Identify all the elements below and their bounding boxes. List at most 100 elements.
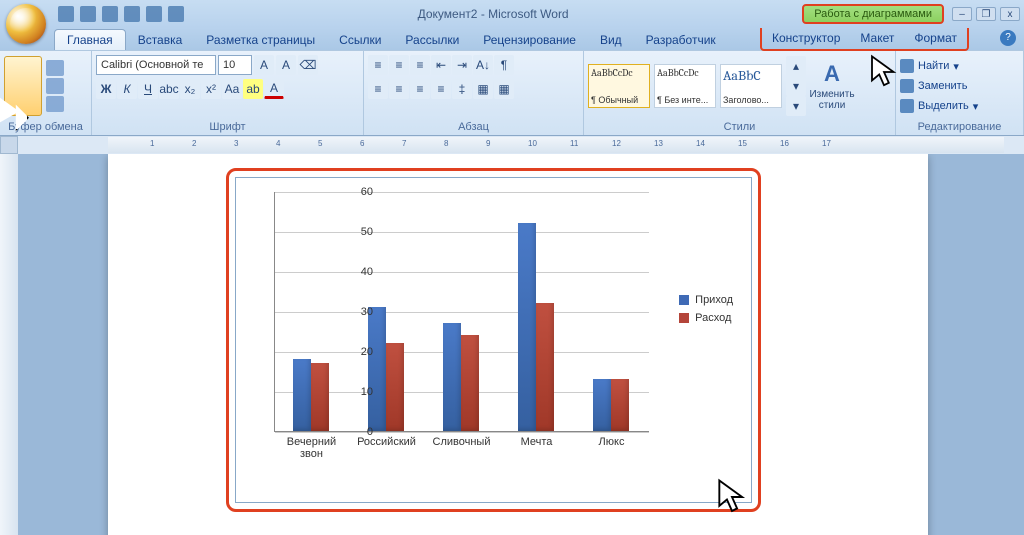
- chart-xlabel: Мечта: [499, 436, 574, 448]
- qat-icon-4[interactable]: [124, 6, 140, 22]
- style-no-spacing[interactable]: AaBbCcDc ¶ Без инте...: [654, 64, 716, 108]
- format-painter-icon[interactable]: [46, 96, 64, 112]
- show-marks-icon[interactable]: ¶: [494, 55, 514, 75]
- tab-mailings[interactable]: Рассылки: [393, 30, 471, 50]
- bullets-icon[interactable]: ≡: [368, 55, 388, 75]
- tab-insert[interactable]: Вставка: [126, 30, 195, 50]
- replace-button[interactable]: Заменить: [900, 77, 967, 95]
- borders-icon[interactable]: ▦: [494, 79, 514, 99]
- help-button[interactable]: ?: [1000, 30, 1016, 46]
- tab-references[interactable]: Ссылки: [327, 30, 393, 50]
- chart-plot-area[interactable]: [274, 192, 649, 432]
- office-button[interactable]: [6, 4, 46, 44]
- chart-bar[interactable]: [443, 323, 461, 431]
- quick-access-toolbar: [58, 6, 184, 22]
- qat-dropdown-icon[interactable]: [168, 6, 184, 22]
- chart-bar[interactable]: [386, 343, 404, 431]
- close-button[interactable]: x: [1000, 7, 1020, 21]
- group-paragraph: ≡ ≡ ≡ ⇤ ⇥ A↓ ¶ ≡ ≡ ≡ ≡ ‡ ▦ ▦ Абзац: [364, 51, 584, 135]
- tab-developer[interactable]: Разработчик: [634, 30, 728, 50]
- group-label-font: Шрифт: [96, 119, 359, 135]
- numbering-icon[interactable]: ≡: [389, 55, 409, 75]
- paste-button[interactable]: [4, 56, 42, 116]
- chart-bar[interactable]: [368, 307, 386, 431]
- chart-bar[interactable]: [461, 335, 479, 431]
- cursor-pointer-icon: [716, 478, 748, 516]
- bold-button[interactable]: Ж: [96, 79, 116, 99]
- font-name-combo[interactable]: Calibri (Основной те: [96, 55, 216, 75]
- redo-icon[interactable]: [102, 6, 118, 22]
- style-normal[interactable]: AaBbCcDc ¶ Обычный: [588, 64, 650, 108]
- tab-home[interactable]: Главная: [54, 29, 126, 50]
- chart-bar[interactable]: [593, 379, 611, 431]
- chart-object[interactable]: ПриходРасход 0102030405060Вечерний звонР…: [235, 177, 752, 503]
- chart-tools-tabs: Конструктор Макет Формат: [760, 28, 969, 51]
- legend-item[interactable]: Приход: [679, 294, 733, 306]
- shading-icon[interactable]: ▦: [473, 79, 493, 99]
- underline-button[interactable]: Ч: [138, 79, 158, 99]
- maximize-button[interactable]: ❐: [976, 7, 996, 21]
- change-case-button[interactable]: Aa: [222, 79, 242, 99]
- chart-ytick: 40: [361, 266, 373, 278]
- multilevel-icon[interactable]: ≡: [410, 55, 430, 75]
- chart-ytick: 60: [361, 186, 373, 198]
- find-button[interactable]: Найти▾: [900, 57, 959, 75]
- select-button[interactable]: Выделить▾: [900, 97, 978, 115]
- align-left-icon[interactable]: ≡: [368, 79, 388, 99]
- chart-tools-contextual-title: Работа с диаграммами: [802, 4, 944, 24]
- tab-chart-design[interactable]: Конструктор: [762, 28, 850, 48]
- replace-icon: [900, 79, 914, 93]
- chart-ytick: 10: [361, 386, 373, 398]
- find-icon: [900, 59, 914, 73]
- align-right-icon[interactable]: ≡: [410, 79, 430, 99]
- italic-button[interactable]: К: [117, 79, 137, 99]
- style-heading[interactable]: AaBbC Заголово...: [720, 64, 782, 108]
- increase-indent-icon[interactable]: ⇥: [452, 55, 472, 75]
- horizontal-ruler[interactable]: 1234567891011121314151617: [108, 137, 1004, 153]
- tab-chart-layout[interactable]: Макет: [850, 28, 904, 48]
- ruler-corner[interactable]: [0, 136, 18, 154]
- chart-xlabel: Сливочный: [424, 436, 499, 448]
- grow-font-icon[interactable]: A: [254, 55, 274, 75]
- styles-row-down-icon[interactable]: ▾: [786, 76, 806, 96]
- sort-icon[interactable]: A↓: [473, 55, 493, 75]
- justify-icon[interactable]: ≡: [431, 79, 451, 99]
- decrease-indent-icon[interactable]: ⇤: [431, 55, 451, 75]
- undo-icon[interactable]: [80, 6, 96, 22]
- chart-bar[interactable]: [611, 379, 629, 431]
- clear-formatting-icon[interactable]: ⌫: [298, 55, 318, 75]
- subscript-button[interactable]: x₂: [180, 79, 200, 99]
- save-icon[interactable]: [58, 6, 74, 22]
- minimize-button[interactable]: –: [952, 7, 972, 21]
- shrink-font-icon[interactable]: A: [276, 55, 296, 75]
- copy-icon[interactable]: [46, 78, 64, 94]
- qat-icon-5[interactable]: [146, 6, 162, 22]
- strike-button[interactable]: abc: [159, 79, 179, 99]
- tab-review[interactable]: Рецензирование: [471, 30, 588, 50]
- chart-bar[interactable]: [293, 359, 311, 431]
- page[interactable]: ПриходРасход 0102030405060Вечерний звонР…: [108, 154, 928, 535]
- cut-icon[interactable]: [46, 60, 64, 76]
- chart-bar[interactable]: [536, 303, 554, 431]
- align-center-icon[interactable]: ≡: [389, 79, 409, 99]
- chart-legend[interactable]: Приход Расход: [679, 288, 733, 330]
- font-color-button[interactable]: A: [264, 79, 284, 99]
- window-title: Документ2 - Microsoft Word: [184, 7, 802, 21]
- styles-row-up-icon[interactable]: ▴: [786, 56, 806, 76]
- font-size-combo[interactable]: 10: [218, 55, 252, 75]
- legend-item[interactable]: Расход: [679, 312, 733, 324]
- vertical-ruler[interactable]: [0, 154, 18, 535]
- styles-more-icon[interactable]: ▾: [786, 96, 806, 116]
- tab-page-layout[interactable]: Разметка страницы: [194, 30, 327, 50]
- chart-bar[interactable]: [311, 363, 329, 431]
- chart-bar[interactable]: [518, 223, 536, 431]
- chart-xlabel: Вечерний звон: [274, 436, 349, 460]
- highlight-button[interactable]: ab: [243, 79, 263, 99]
- document-area: ПриходРасход 0102030405060Вечерний звонР…: [0, 154, 1024, 535]
- tab-chart-format[interactable]: Формат: [904, 28, 967, 48]
- line-spacing-icon[interactable]: ‡: [452, 79, 472, 99]
- change-styles-button[interactable]: A Изменить стили: [810, 61, 854, 111]
- tab-view[interactable]: Вид: [588, 30, 634, 50]
- superscript-button[interactable]: x²: [201, 79, 221, 99]
- chart-ytick: 20: [361, 346, 373, 358]
